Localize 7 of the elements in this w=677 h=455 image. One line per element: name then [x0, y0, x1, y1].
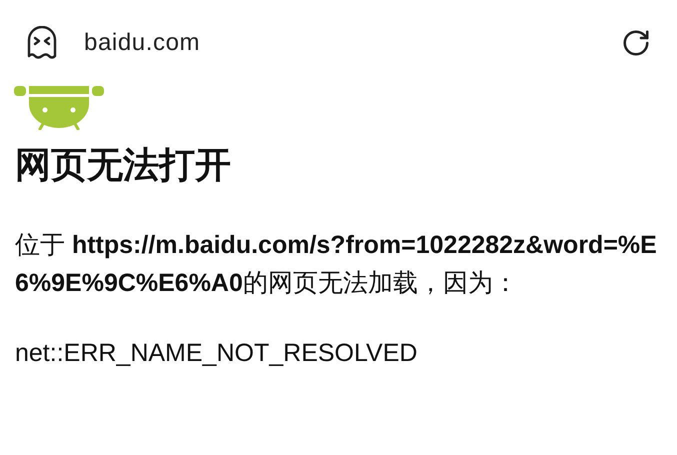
error-message: 位于 https://m.baidu.com/s?from=1022282z&word=%E6%9E%9C%E6%A0的网页无法加载，因为：: [15, 230, 658, 299]
reload-icon[interactable]: [621, 28, 651, 58]
ghost-icon: [26, 26, 58, 60]
address-domain[interactable]: baidu.com: [84, 25, 200, 61]
error-title: 网页无法打开: [15, 143, 232, 187]
android-robot-icon: [14, 86, 104, 130]
error-code: net::ERR_NAME_NOT_RESOLVED: [15, 338, 418, 369]
